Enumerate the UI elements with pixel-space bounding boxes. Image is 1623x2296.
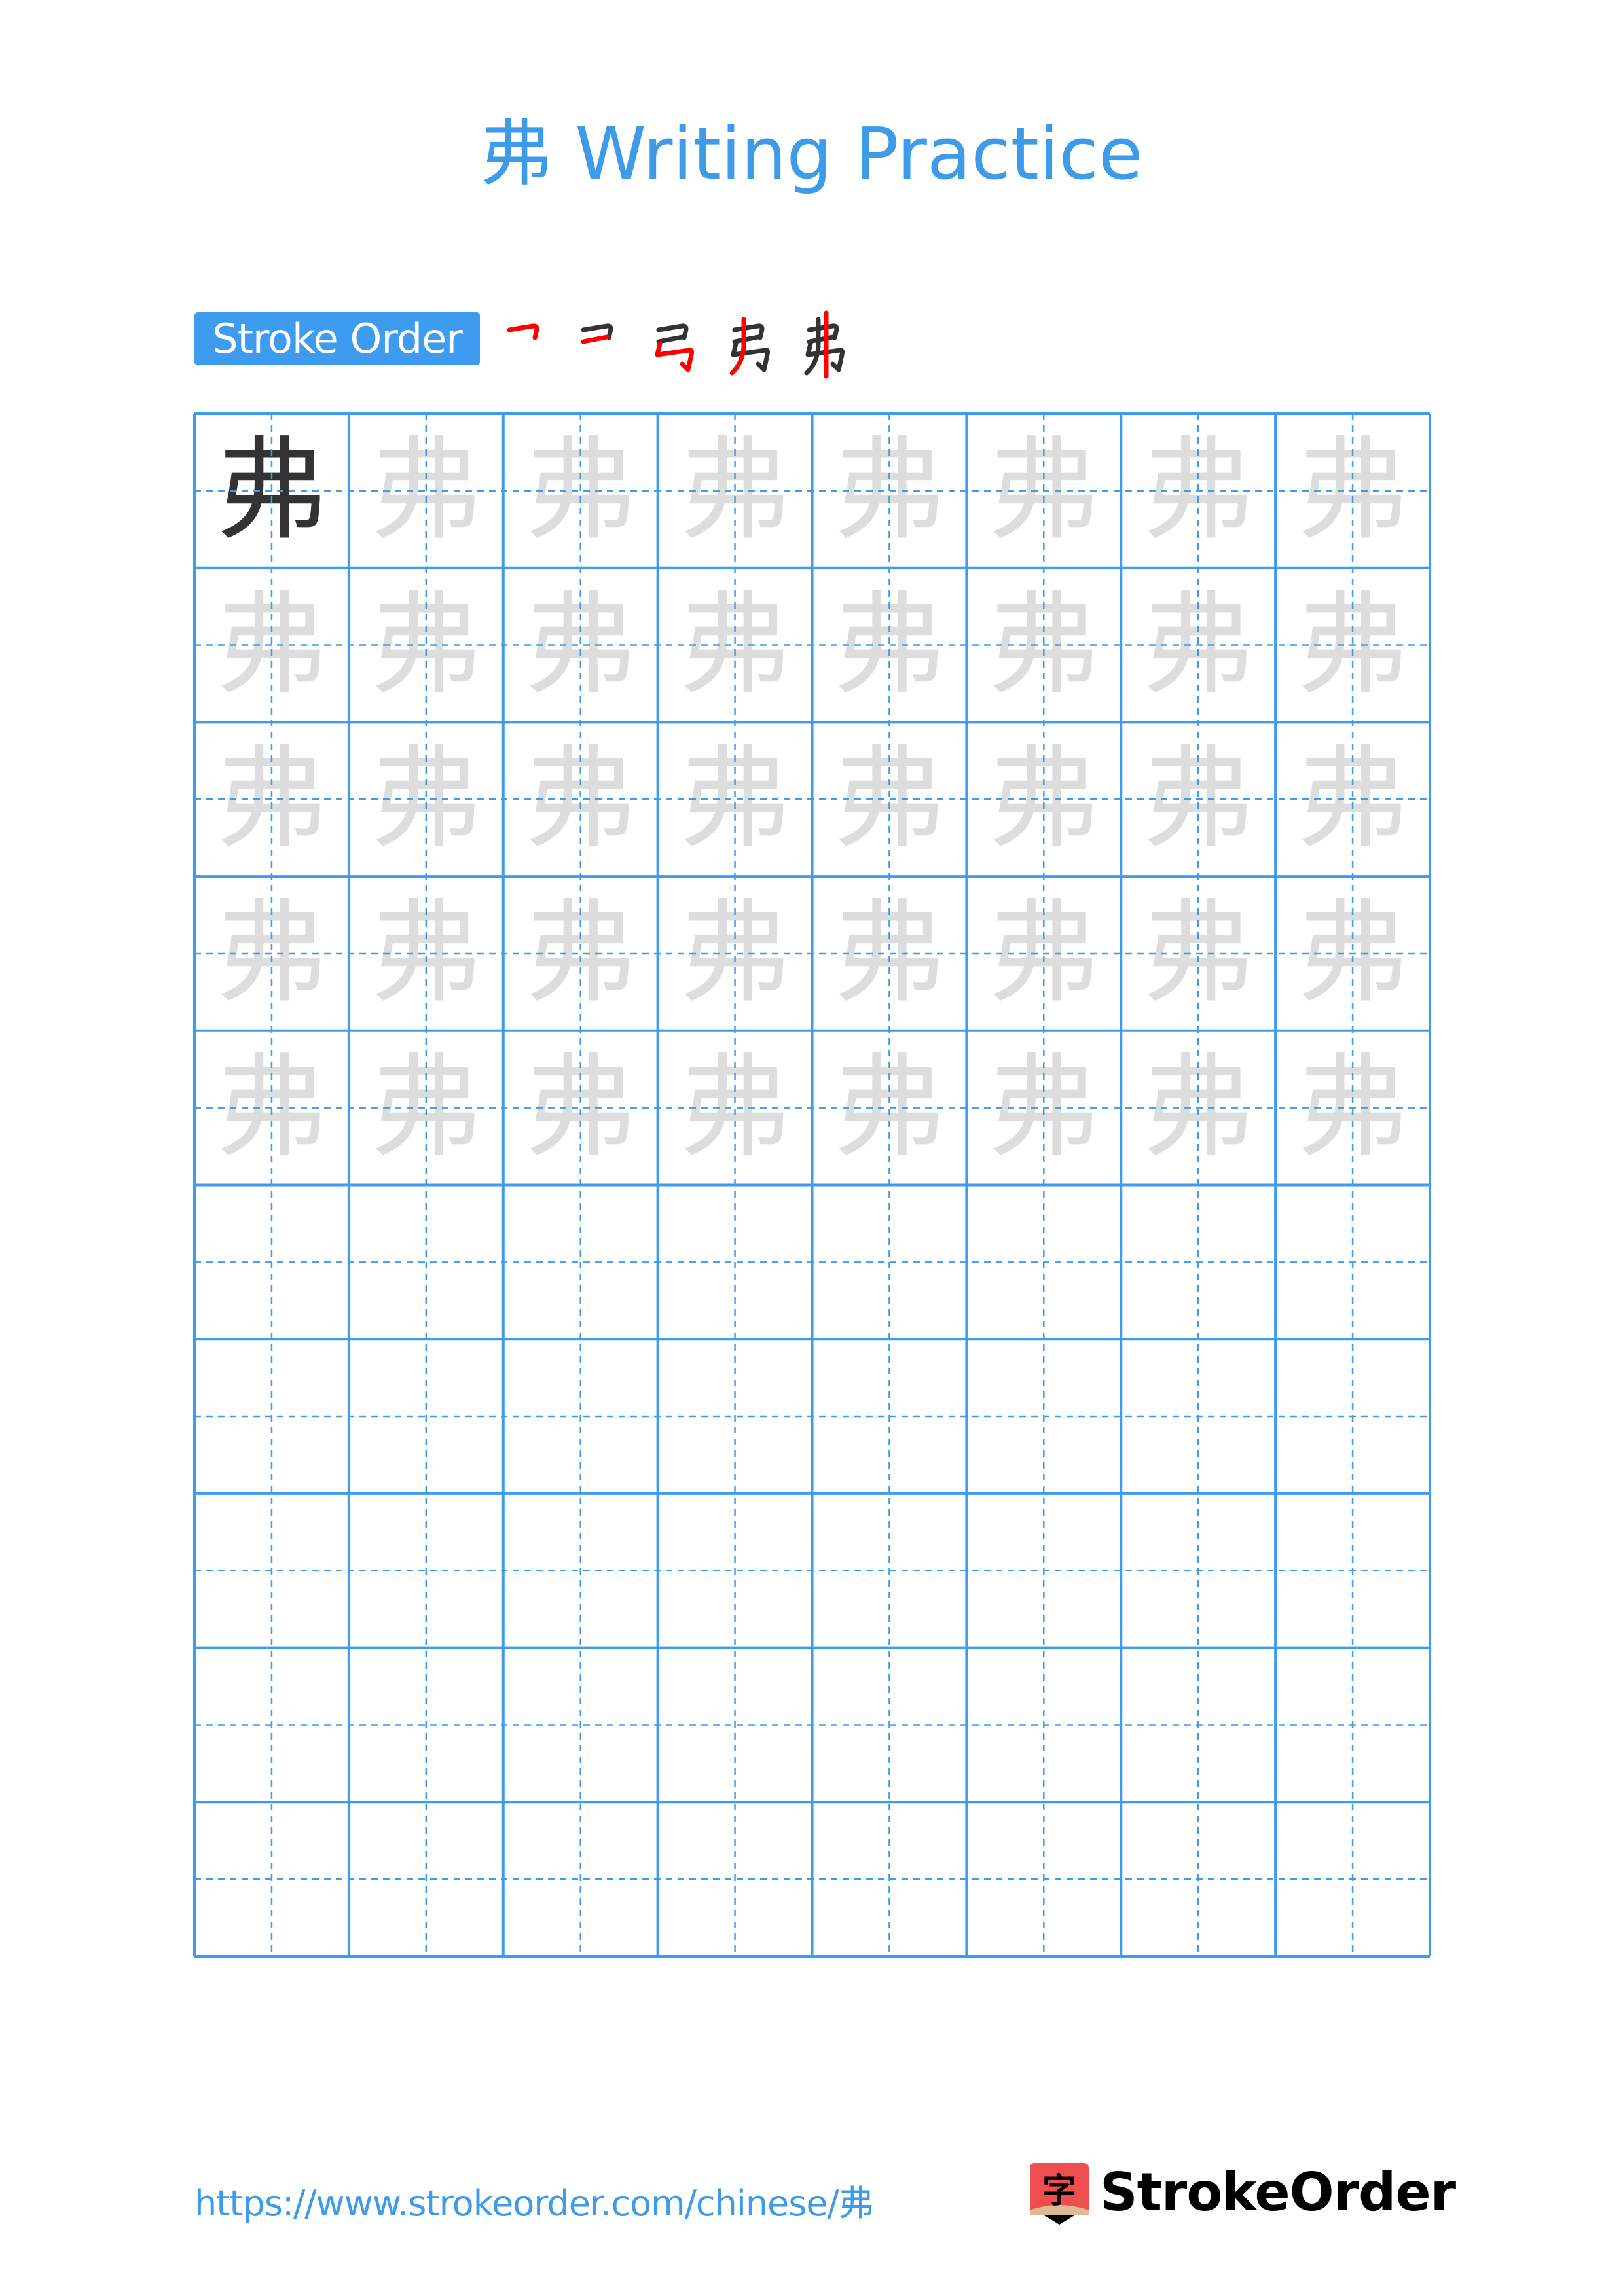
page-title: 弗 Writing Practice — [480, 112, 1143, 196]
practice-grid: 弗弗弗弗弗弗弗弗弗弗弗弗弗弗弗弗弗弗弗弗弗弗弗弗弗弗弗弗弗弗弗弗弗弗弗弗弗弗弗弗 — [193, 412, 1431, 1958]
logo-glyph: 字 — [1042, 2172, 1076, 2211]
stroke-order-label: Stroke Order — [194, 312, 480, 365]
stroke-step-2 — [581, 323, 613, 344]
stroke-step-1 — [507, 323, 539, 340]
stroke-step-3 — [655, 323, 695, 372]
stroke-step-4 — [729, 317, 771, 376]
strokeorder-logo-icon: 字 — [1030, 2163, 1089, 2225]
grid-lines — [193, 412, 1431, 1958]
footer-url-link[interactable]: https://www.strokeorder.com/chinese/弗 — [194, 2183, 874, 2225]
brand-wordmark: StrokeOrder — [1100, 2162, 1456, 2223]
stroke-step-5 — [804, 310, 845, 379]
